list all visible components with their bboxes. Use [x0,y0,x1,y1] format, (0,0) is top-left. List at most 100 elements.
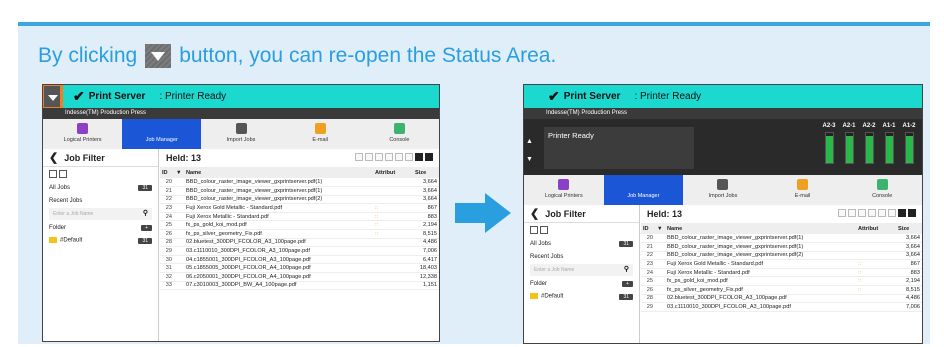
nav-console[interactable]: Console [360,119,439,149]
folder-default[interactable]: #Default 31 [524,290,639,303]
screenshot-before: ✔ Print Server : Printer Ready Indesse(TM… [42,84,440,342]
folder-add-icon[interactable]: + [141,224,152,231]
move-icon[interactable] [858,209,866,217]
table-row[interactable]: 22 BBD_colour_raster_image_viewer_gxprin… [160,195,439,205]
back-icon[interactable]: ❮ [49,151,58,164]
status-scroll-icons[interactable]: ▲ ▼ [526,133,533,169]
print-icon[interactable] [838,209,846,217]
print-icon[interactable] [355,153,363,161]
folder-default[interactable]: #Default 31 [43,234,158,247]
nav-import-jobs[interactable]: Import Jobs [201,119,280,149]
edit-icon[interactable] [868,209,876,217]
col-id[interactable]: ID [160,167,174,178]
settings-icon[interactable] [415,153,423,161]
table-row[interactable]: 31 05.c1855005_300DPI_FCOLOR_A4_100page.… [160,263,439,274]
delete-icon[interactable] [395,153,403,161]
copy-icon[interactable] [848,209,856,217]
arrow-right-icon [455,193,511,233]
folder-icon [530,293,538,300]
tray-level [824,132,834,164]
col-name[interactable]: Name [184,167,373,178]
settings-icon[interactable] [898,209,906,217]
status-area: ▲ ▼ Printer Ready A2-3 A2-1 A2-2 A1-1 A1-2 [524,119,922,175]
product-name: Indesse(TM) Production Press [524,108,922,119]
info-icon[interactable] [888,209,896,217]
nav-e-mail[interactable]: E-mail [763,175,843,205]
refresh-icon[interactable] [59,170,67,178]
filter-tools [43,167,158,181]
table-row[interactable]: 25 fx_ps_gold_koi_mod.pdf :: 2,194 [160,220,439,231]
nav-icon [314,123,326,134]
nav-import-jobs[interactable]: Import Jobs [683,175,763,205]
search-icon[interactable]: ⚲ [143,210,148,217]
table-row[interactable]: 32 06.c2050001_300DPI_FCOLOR_A4_100page.… [160,272,439,282]
tray-level [844,132,854,164]
table-row[interactable]: 23 Fuji Xerox Gold Metallic - Standard.p… [160,203,439,213]
col-attr[interactable]: Attribut [373,167,413,178]
table-row[interactable]: 22 BBD_colour_raster_image_viewer_gxprin… [641,251,922,261]
tray-level [904,132,914,164]
main-nav: Logical Printers Job Manager Import Jobs E-… [524,175,922,205]
table-row[interactable]: 25 fx_ps_gold_koi_mod.pdf :: 2,194 [641,276,922,287]
table-row[interactable]: 29 03.c1110010_300DPI_FCOLOR_A3_100page.… [641,302,922,312]
table-row[interactable]: 24 Fuji Xerox Metallic - Standard.pdf ::… [160,212,439,222]
filter-icon[interactable]: ▼ [174,167,184,178]
table-row[interactable]: 26 fx_ps_silver_geometry_Fix.pdf :: 8,51… [160,229,439,239]
search-icon[interactable]: ⚲ [624,266,629,273]
job-filter-header[interactable]: ❮ Job Filter [524,205,639,223]
all-jobs-item[interactable]: All Jobs 31 [43,181,158,194]
held-count: Held: 13 [166,153,202,163]
nav-e-mail[interactable]: E-mail [281,119,360,149]
col-id[interactable]: ID [641,223,655,234]
info-icon[interactable] [405,153,413,161]
reopen-status-button[interactable] [43,85,63,110]
printer-status: : Printer Ready [634,91,702,102]
table-row[interactable]: 24 Fuji Xerox Metallic - Standard.pdf ::… [641,268,922,278]
edit-icon[interactable] [385,153,393,161]
folder-add-icon[interactable]: + [622,280,633,287]
nav-icon [797,179,809,190]
view-icon[interactable] [908,209,916,217]
grid-icon[interactable] [530,226,538,234]
job-toolbar [836,209,916,219]
table-row[interactable]: 30 04.c1855001_300DPI_FCOLOR_A3_100page.… [160,255,439,265]
job-search-input[interactable]: Enter a Job Name ⚲ [49,208,152,220]
nav-logical-printers[interactable]: Logical Printers [524,175,604,205]
table-row[interactable]: 26 fx_ps_silver_geometry_Fix.pdf :: 8,51… [641,285,922,295]
job-filter-header[interactable]: ❮ Job Filter [43,149,158,167]
back-icon[interactable]: ❮ [530,207,539,220]
job-search-input[interactable]: Enter a Job Name ⚲ [530,264,633,276]
table-row[interactable]: 33 07.c3010003_300DPI_BW_A4_100page.pdf … [160,281,439,291]
recent-jobs-item[interactable]: Recent Jobs [43,194,158,207]
filter-icon[interactable]: ▼ [655,223,665,234]
folder-header: Folder + [43,221,158,234]
nav-job-manager[interactable]: Job Manager [122,119,202,149]
table-row[interactable]: 21 BBD_colour_raster_image_viewer_gxprin… [641,242,922,252]
table-row[interactable]: 21 BBD_colour_raster_image_viewer_gxprin… [160,186,439,196]
col-size[interactable]: Size [896,223,922,234]
delete-icon[interactable] [878,209,886,217]
refresh-icon[interactable] [540,226,548,234]
tray-level [884,132,894,164]
nav-icon [558,179,570,190]
table-row[interactable]: 28 02.bluetest_300DPI_FCOLOR_A3_100page.… [160,238,439,248]
paper-tray: A1-2 [900,123,918,164]
table-row[interactable]: 28 02.bluetest_300DPI_FCOLOR_A3_100page.… [641,294,922,304]
grid-icon[interactable] [49,170,57,178]
col-attr[interactable]: Attribut [856,223,896,234]
recent-jobs-item[interactable]: Recent Jobs [524,250,639,263]
nav-console[interactable]: Console [842,175,922,205]
col-size[interactable]: Size [413,167,439,178]
nav-logical-printers[interactable]: Logical Printers [43,119,122,149]
view-icon[interactable] [425,153,433,161]
copy-icon[interactable] [365,153,373,161]
nav-job-manager[interactable]: Job Manager [603,175,684,205]
move-icon[interactable] [375,153,383,161]
col-name[interactable]: Name [665,223,856,234]
table-row[interactable]: 20 BBD_colour_raster_image_viewer_gxprin… [641,234,922,244]
table-row[interactable]: 29 03.c1110010_300DPI_FCOLOR_A3_100page.… [160,246,439,256]
print-server-label: ✔ Print Server [73,88,146,104]
all-jobs-item[interactable]: All Jobs 31 [524,237,639,250]
table-row[interactable]: 20 BBD_colour_raster_image_viewer_gxprin… [160,178,439,188]
table-row[interactable]: 23 Fuji Xerox Gold Metallic - Standard.p… [641,259,922,269]
